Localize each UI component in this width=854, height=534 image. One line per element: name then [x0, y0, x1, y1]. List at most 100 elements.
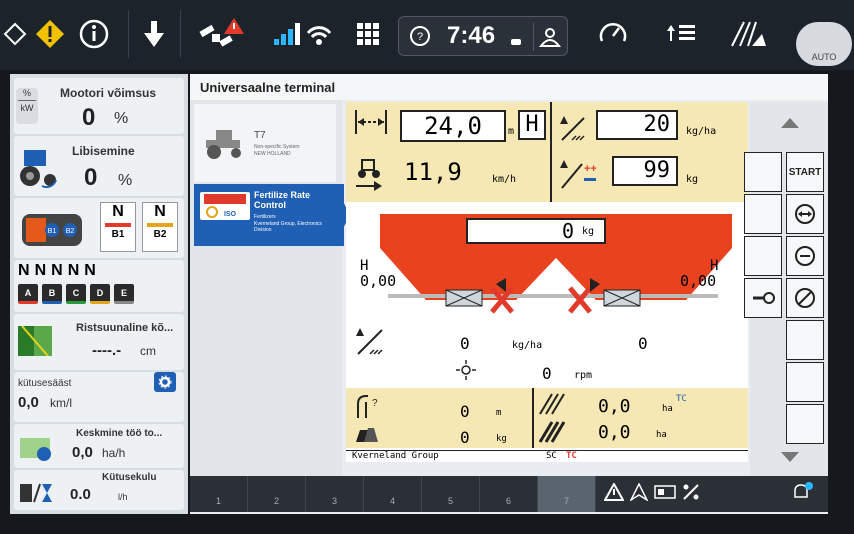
card-value: 0,0 [72, 444, 93, 461]
rate-adjust-icon: ++ [558, 158, 598, 197]
start-button[interactable]: START [786, 152, 824, 192]
fuel-time-icon [18, 482, 54, 509]
width-mode-button[interactable]: H [518, 110, 546, 140]
target-rate-input[interactable]: 20 [596, 110, 678, 140]
area-partial-icon [538, 392, 566, 421]
guidance-arrow-icon[interactable] [629, 481, 649, 506]
slip-card[interactable]: Libisemine 0 % [14, 136, 184, 196]
field-guidance-icon[interactable] [718, 12, 778, 56]
card-title: kütusesääst [18, 378, 72, 389]
right-h-value: 0,00 [680, 272, 717, 290]
card-title: Libisemine [72, 144, 135, 158]
status-icons [596, 476, 828, 512]
width-adjust-icon[interactable] [786, 194, 824, 234]
left-panel: % kW Mootori võimsus 0 % Libisemine 0 % … [10, 74, 188, 514]
isobus-status-icon[interactable] [654, 484, 676, 505]
area-total-icon [538, 420, 566, 449]
brakes-card[interactable]: B1 B2 N B1 N B2 [14, 198, 184, 258]
card-unit: % [118, 172, 133, 189]
area1-value: 0,0 [598, 396, 631, 417]
info-icon[interactable] [70, 12, 118, 56]
page-tab-2[interactable]: 2 [248, 476, 306, 512]
notification-bell-icon[interactable] [790, 481, 814, 508]
mass-value: 0 [460, 428, 470, 447]
counters-panel: ? 0 m 0 kg 0,0 ha TC 0,0 ha [346, 388, 748, 448]
help-icon[interactable]: ? [409, 25, 431, 52]
speedometer-icon[interactable] [588, 12, 638, 56]
softkey-empty-5[interactable] [786, 362, 824, 402]
width-unit: m [508, 126, 515, 137]
warning-diamond-icon[interactable] [30, 12, 70, 56]
settings-gear-icon[interactable] [154, 372, 176, 392]
softkey-empty-2[interactable] [744, 194, 782, 234]
app-item-fertilize[interactable]: ISO Fertilize Rate Control Fertilizers K… [194, 184, 350, 246]
clock-time: 7:46 [447, 22, 496, 49]
spreader-graphic: 0 kg H 0,00 H 0,00 [346, 202, 748, 322]
remote-state-e: N [84, 262, 101, 279]
screen: ? 7:46 AUTO % kW Mootori võimsus 0 % Lib… [0, 0, 854, 534]
crosstrack-card[interactable]: Ristsuunaline kõ... ----.- cm [14, 314, 184, 370]
page-bar: 1 2 3 4 5 6 7 [190, 476, 828, 512]
app-item-t7[interactable]: T7 Non-specific System NEW HOLLAND [194, 104, 336, 182]
footer-tc: TC [566, 451, 577, 461]
disc-speed-unit: rpm [574, 370, 593, 381]
softkey-empty-3[interactable] [744, 236, 782, 276]
applied-rate-icon [354, 326, 388, 361]
download-arrow-icon[interactable] [134, 12, 174, 56]
warning-triangle-icon[interactable] [603, 481, 625, 506]
remote-state-c: N [51, 262, 68, 279]
brake-b1-label: B1 [111, 229, 125, 240]
diamond-partial-icon[interactable] [0, 12, 30, 56]
fuel-use-card[interactable]: Kütusekulu 0.0 l/h [14, 470, 184, 510]
engine-load-card[interactable]: % kW Mootori võimsus 0 % [14, 78, 184, 134]
area1-unit: ha [662, 404, 673, 414]
minus-icon[interactable] [786, 236, 824, 276]
card-value: 0 [84, 164, 98, 191]
fuel-setting-card[interactable]: kütusesääst 0,0 km/l [14, 372, 184, 422]
app-line1: Non-specific System [254, 144, 300, 150]
working-width-input[interactable]: 24,0 [400, 110, 506, 142]
apps-grid-icon[interactable] [348, 12, 388, 56]
scroll-down-icon[interactable] [754, 444, 826, 470]
remote-states: NNNNN [18, 262, 101, 280]
satellite-warning-icon[interactable] [190, 12, 250, 56]
spinning-disc-icon [454, 360, 478, 385]
softkey-empty-4[interactable] [786, 320, 824, 360]
avg-work-card[interactable]: Keskmine töö to... 0,0 ha/h [14, 424, 184, 468]
auto-steer-button[interactable]: AUTO [796, 22, 852, 66]
softkey-empty-1[interactable] [744, 152, 782, 192]
app-line2: Kverneland Group, Electronics Division [254, 221, 322, 233]
app-line2: NEW HOLLAND [254, 151, 291, 157]
clock-widget[interactable]: ? 7:46 [398, 16, 568, 56]
app-line1: Fertilizers [254, 214, 276, 220]
brake-badge-1: B1 [48, 228, 57, 235]
page-tab-7[interactable]: 7 [538, 476, 596, 512]
rate-step-input[interactable]: 99 [612, 156, 678, 186]
no-entry-icon[interactable] [786, 278, 824, 318]
main-area: Universaalne terminal T7 Non-specific Sy… [190, 74, 828, 514]
signal-wifi-icon[interactable] [264, 12, 344, 56]
page-tab-1[interactable]: 1 [190, 476, 248, 512]
card-unit: km/l [50, 396, 72, 410]
user-icon[interactable] [533, 23, 565, 51]
card-title: Keskmine töö to... [76, 428, 163, 439]
softkey-empty-6[interactable] [786, 404, 824, 444]
brake-b2: N B2 [142, 202, 178, 252]
app-name: Fertilize Rate Control [254, 190, 311, 210]
percent-sections-icon[interactable] [682, 483, 700, 506]
page-tab-6[interactable]: 6 [480, 476, 538, 512]
remote-badge-e: E [114, 284, 134, 304]
remotes-card[interactable]: NNNNN A B C D E [14, 260, 184, 312]
distance-icon: ? [354, 394, 384, 425]
applied-rate-value: 0 [460, 334, 470, 353]
card-value: 0,0 [18, 394, 39, 411]
page-tab-3[interactable]: 3 [306, 476, 364, 512]
brake-b1: N B1 [100, 202, 136, 252]
hopper-unit: kg [582, 226, 595, 237]
wrench-icon[interactable] [744, 278, 782, 318]
page-tab-5[interactable]: 5 [422, 476, 480, 512]
scroll-up-icon[interactable] [754, 108, 826, 138]
isobus-terminal: 24,0 m H 11,9 km/h 20 kg/ha ++ 99 kg 0 k… [346, 102, 748, 462]
field-list-icon[interactable] [650, 12, 710, 56]
page-tab-4[interactable]: 4 [364, 476, 422, 512]
